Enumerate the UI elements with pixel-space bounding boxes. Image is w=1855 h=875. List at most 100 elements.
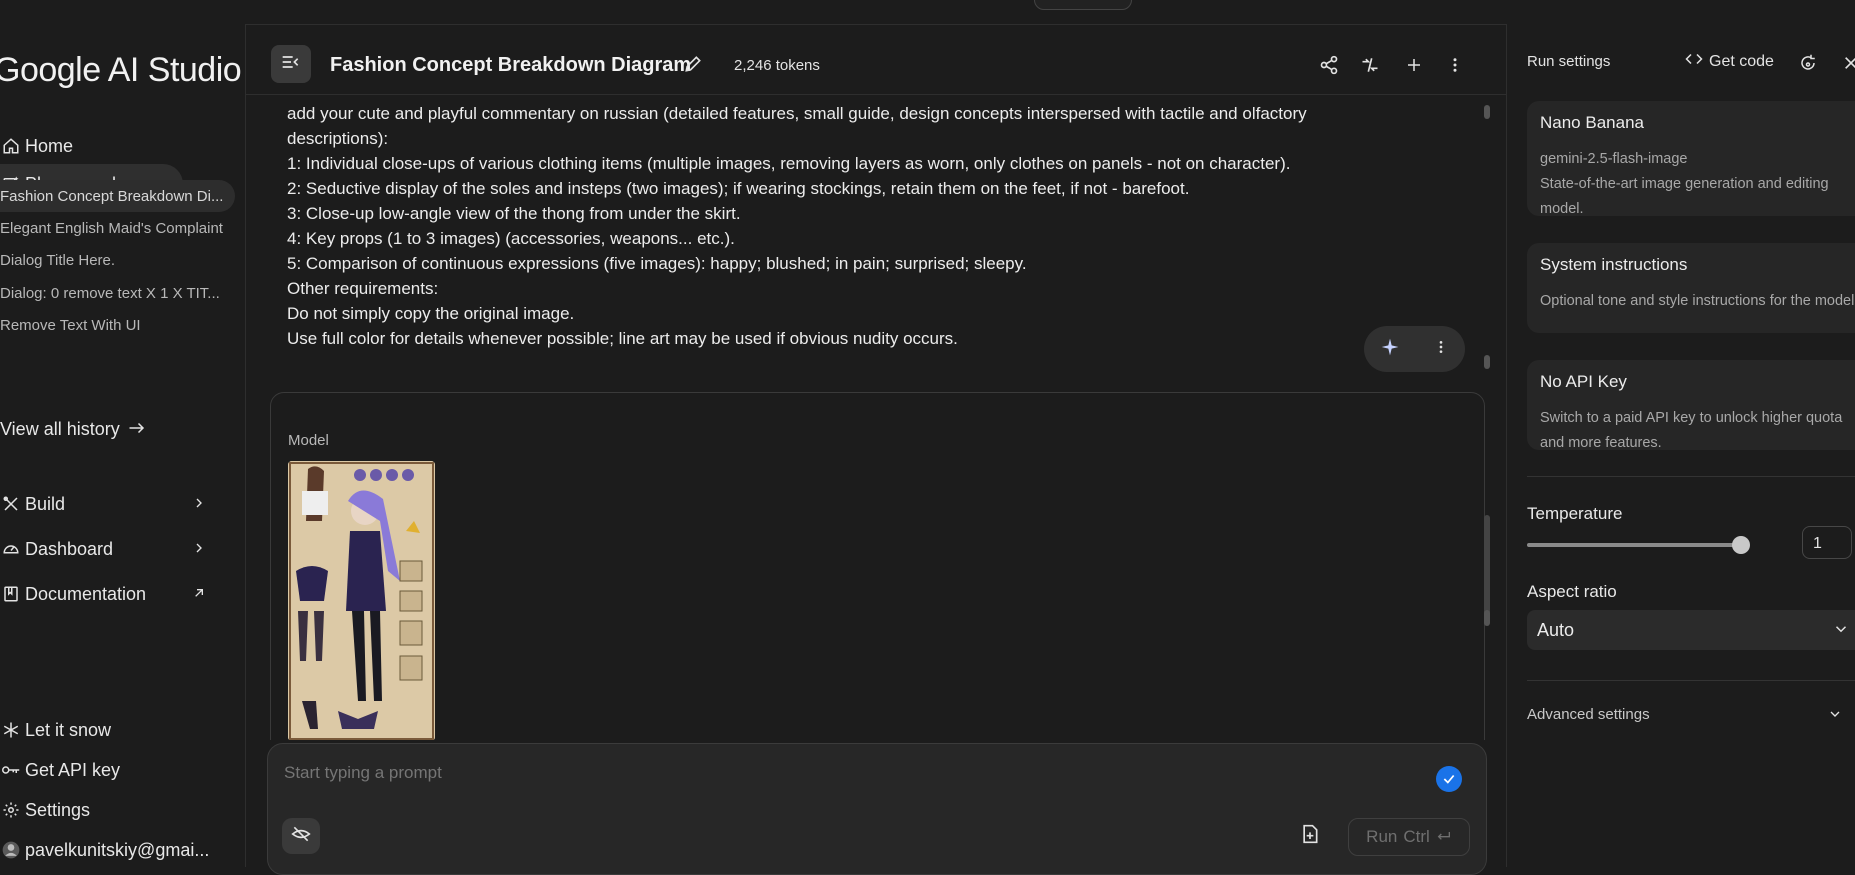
chat-scrollbar[interactable] [1484,105,1490,715]
model-id: gemini-2.5-flash-image [1540,151,1688,167]
history-item[interactable]: Elegant English Maid's Complaint [0,212,235,244]
divider [1527,476,1855,477]
more-vert-icon[interactable] [1444,54,1466,76]
aspect-ratio-select[interactable]: Auto [1527,610,1855,650]
home-icon [0,135,22,157]
api-key-description: Switch to a paid API key to unlock highe… [1540,410,1843,451]
prompt-line: descriptions): [287,129,389,148]
chevron-down-icon[interactable] [1827,706,1843,727]
chat-header: Fashion Concept Breakdown Diagram 2,246 … [246,24,1506,95]
sidebar-item-account[interactable]: pavelkunitskiy@gmai... [0,834,209,866]
chevron-down-icon [1832,620,1850,643]
api-key-title: No API Key [1540,372,1627,391]
eye-off-icon [291,824,311,849]
api-key-card[interactable]: No API Key Switch to a paid API key to u… [1527,360,1855,451]
close-icon[interactable] [1840,52,1855,74]
add-file-icon[interactable] [1301,824,1319,849]
history-item[interactable]: Dialog: 0 remove text X 1 X TIT... [0,277,235,309]
divider [1527,680,1855,681]
sidebar: Google AI Studio Home Playground Fashion… [0,24,246,867]
sidebar-item-home[interactable]: Home [0,126,235,166]
plus-icon[interactable] [1403,54,1425,76]
model-selector-card[interactable]: Nano Banana gemini-2.5-flash-image State… [1527,101,1855,217]
page-title: Fashion Concept Breakdown Diagram [330,54,692,76]
sidebar-item-settings[interactable]: Settings [0,794,90,826]
dashboard-icon [0,538,22,560]
toggle-sidebar-button[interactable] [271,45,311,83]
tools-button[interactable] [282,818,320,854]
prompt-input[interactable] [282,762,1386,784]
get-code-button[interactable]: Get code [1685,52,1774,71]
account-email: pavelkunitskiy@gmai... [25,839,210,860]
external-link-icon [191,585,207,606]
prompt-line: 1: Individual close-ups of various cloth… [287,154,1291,173]
aspect-ratio-label: Aspect ratio [1527,582,1617,601]
prompt-line: Do not simply copy the original image. [287,304,575,323]
temperature-input[interactable]: 1 [1802,526,1852,559]
view-all-history-link[interactable]: View all history [0,419,146,440]
advanced-settings-toggle[interactable]: Advanced settings [1527,706,1650,723]
sidebar-item-documentation[interactable]: Documentation [0,574,235,614]
chevron-right-icon [191,540,207,561]
run-label: Run [1366,827,1398,846]
generated-image[interactable] [288,461,435,740]
prompt-line: 2: Seductive display of the soles and in… [287,179,1190,198]
prompt-line: Use full color for details whenever poss… [287,329,958,348]
chevron-right-icon [191,495,207,516]
arrow-right-icon [128,419,146,440]
sidebar-item-label: Build [25,493,66,514]
build-icon [0,493,22,515]
sidebar-item-get-api-key[interactable]: Get API key [0,754,120,786]
share-icon[interactable] [1318,54,1340,76]
sidebar-item-let-it-snow[interactable]: Let it snow [0,714,111,746]
temperature-slider-handle[interactable] [1732,536,1750,554]
sidebar-item-label: Get API key [25,759,121,780]
model-description: State-of-the-art image generation and ed… [1540,176,1829,217]
response-actions [1364,326,1465,372]
pencil-icon[interactable] [683,54,703,79]
temperature-slider-track[interactable] [1527,543,1743,547]
top-pill[interactable] [1034,0,1132,10]
run-button[interactable]: Run Ctrl [1348,818,1470,856]
top-bar [0,0,1855,25]
sidebar-item-label: Settings [25,799,91,820]
model-name: Nano Banana [1540,113,1644,132]
prompt-line: add your cute and playful commentary on … [287,104,1307,123]
gear-icon [0,799,22,821]
scroll-marker[interactable] [1484,355,1490,369]
compare-icon[interactable] [1359,54,1381,76]
history-item[interactable]: Dialog Title Here. [0,244,235,276]
sparkle-icon[interactable] [1380,337,1400,362]
system-instructions-card[interactable]: System instructions Optional tone and st… [1527,243,1855,333]
model-details: gemini-2.5-flash-image State-of-the-art … [1540,147,1855,222]
prompt-line: 4: Key props (1 to 3 images) (accessorie… [287,229,735,248]
menu-collapse-icon [281,54,301,75]
scroll-thumb[interactable] [1484,515,1490,615]
sidebar-item-label: Dashboard [25,538,114,559]
snowflake-icon [0,719,22,741]
temperature-label: Temperature [1527,504,1623,523]
model-response-card: Model [270,392,1485,740]
more-vert-icon[interactable] [1433,339,1449,360]
run-shortcut: Ctrl [1403,827,1430,846]
scroll-marker[interactable] [1484,105,1490,119]
sidebar-item-build[interactable]: Build [0,484,235,524]
scroll-marker[interactable] [1484,610,1490,626]
prompt-line: 3: Close-up low-angle view of the thong … [287,204,741,223]
token-count: 2,246 tokens [734,57,820,74]
model-label: Model [288,432,329,449]
reset-icon[interactable] [1797,52,1819,74]
chat-area: add your cute and playful commentary on … [246,95,1506,740]
sidebar-item-label: Documentation [25,583,147,604]
prompt-input-box: Run Ctrl [267,743,1487,875]
aspect-ratio-value: Auto [1537,620,1575,640]
run-settings-panel: Run settings Get code Nano Banana gemini… [1506,24,1855,867]
history-item[interactable]: Remove Text With UI [0,309,235,341]
sidebar-item-dashboard[interactable]: Dashboard [0,529,235,569]
key-icon [0,759,22,781]
check-icon[interactable] [1436,766,1462,792]
history-item[interactable]: Fashion Concept Breakdown Di... [0,180,235,212]
system-instructions-description: Optional tone and style instructions for… [1540,293,1855,309]
app-logo[interactable]: Google AI Studio [0,51,242,90]
panel-title: Run settings [1527,53,1611,70]
